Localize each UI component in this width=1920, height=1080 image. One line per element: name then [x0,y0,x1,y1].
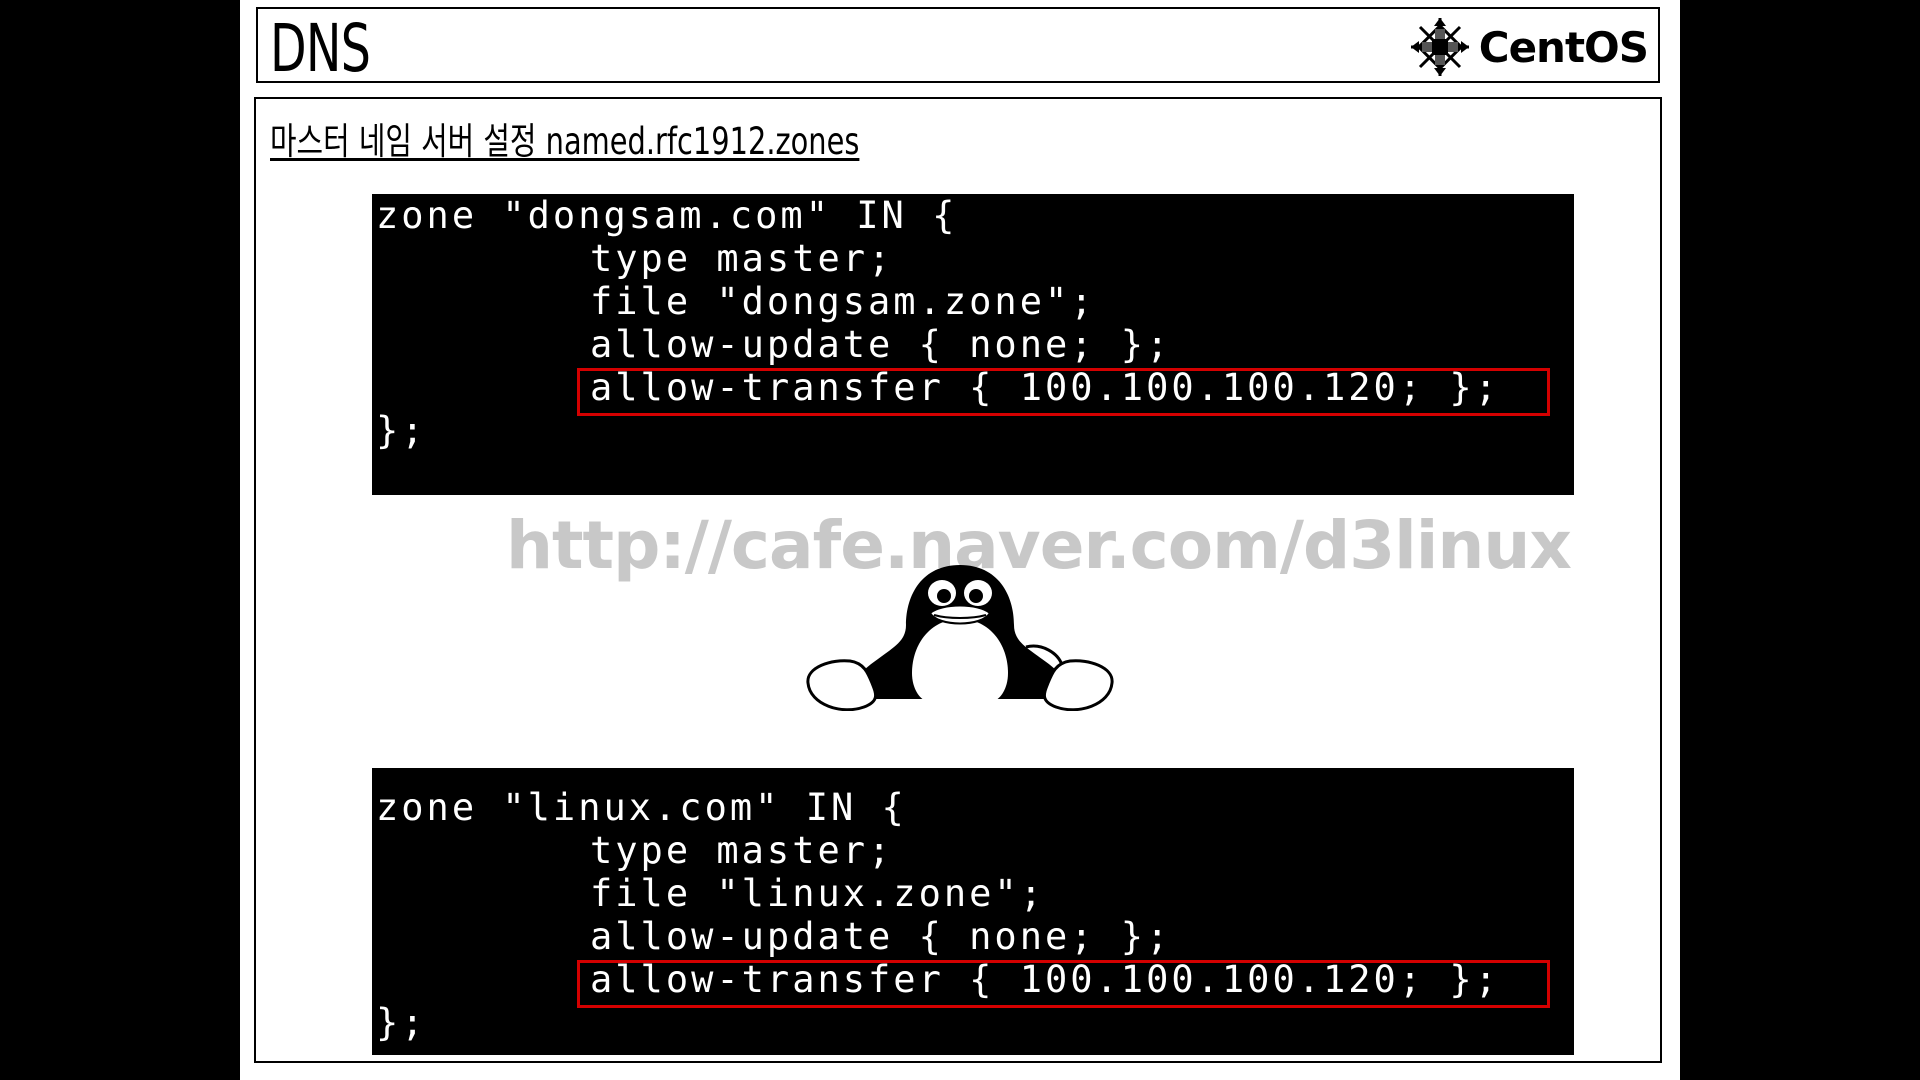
code-line: allow-update { none; }; [590,915,1172,958]
code-line: }; [376,1001,427,1044]
title-bar: DNS CentOS [256,7,1660,87]
highlight-box [577,368,1550,416]
code-line: file "linux.zone"; [590,872,1045,915]
code-line: type master; [590,829,894,872]
code-line: allow-update { none; }; [590,323,1172,366]
code-block-linux: zone "linux.com" IN { type master; file … [372,768,1574,1055]
code-line: }; [376,409,427,452]
slide: DNS CentOS 마스터 네임 서버 설정 named.rfc1912.zo… [240,0,1680,1080]
tux-penguin-icon [806,565,1114,711]
centos-logo-icon [1410,18,1469,76]
code-line: zone "dongsam.com" IN { [376,194,958,237]
highlight-box [577,960,1550,1008]
centos-logo: CentOS [1409,15,1649,79]
slide-title: DNS [270,10,371,87]
logo-text: CentOS [1478,22,1649,72]
code-line: type master; [590,237,894,280]
code-line: zone "linux.com" IN { [376,786,907,829]
content-panel: 마스터 네임 서버 설정 named.rfc1912.zones zone "d… [254,97,1662,1063]
section-heading: 마스터 네임 서버 설정 named.rfc1912.zones [270,120,860,163]
code-block-dongsam: zone "dongsam.com" IN { type master; fil… [372,194,1574,495]
code-line: file "dongsam.zone"; [590,280,1096,323]
